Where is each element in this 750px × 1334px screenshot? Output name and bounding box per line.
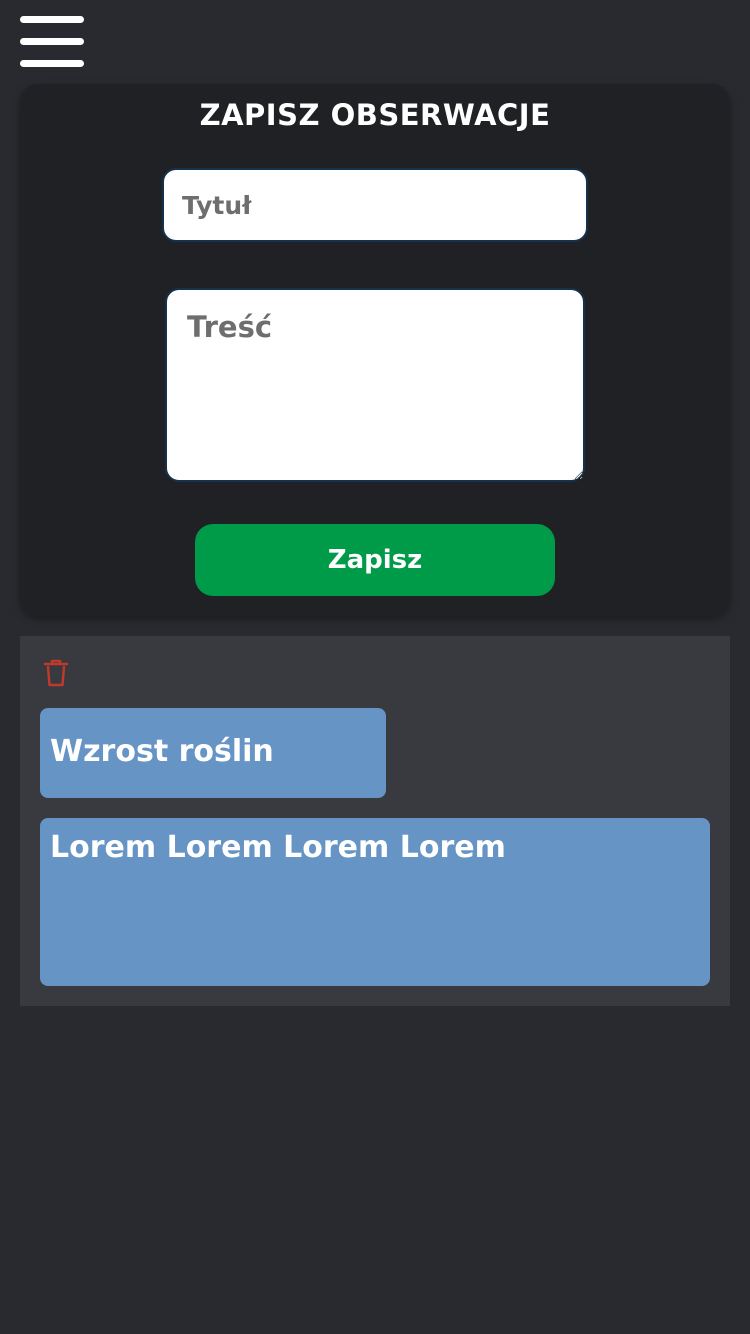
page: ZAPISZ OBSERWACJE Zapisz Wzrost roślin L… bbox=[0, 0, 750, 1334]
menu-bar bbox=[20, 16, 84, 23]
note-title: Wzrost roślin bbox=[40, 708, 386, 798]
content-textarea[interactable] bbox=[165, 288, 585, 482]
note-card: Wzrost roślin Lorem Lorem Lorem Lorem bbox=[20, 636, 730, 1006]
menu-bar bbox=[20, 60, 84, 67]
save-button[interactable]: Zapisz bbox=[195, 524, 555, 596]
hamburger-menu-icon[interactable] bbox=[20, 16, 84, 70]
title-input[interactable] bbox=[162, 168, 588, 242]
trash-icon[interactable] bbox=[42, 658, 70, 688]
observation-form: ZAPISZ OBSERWACJE Zapisz bbox=[20, 84, 730, 616]
menu-bar bbox=[20, 38, 84, 45]
trash-icon-graphic bbox=[43, 659, 69, 687]
note-body: Lorem Lorem Lorem Lorem bbox=[40, 818, 710, 986]
form-title: ZAPISZ OBSERWACJE bbox=[199, 98, 551, 132]
